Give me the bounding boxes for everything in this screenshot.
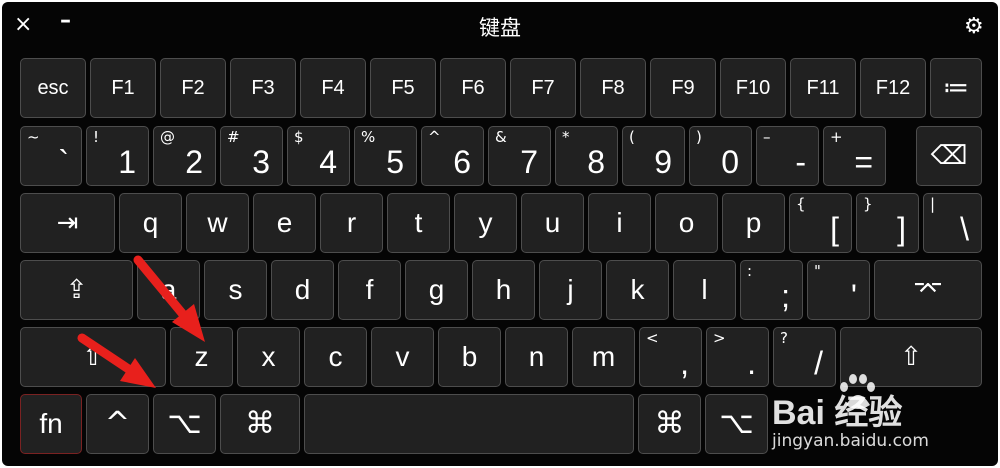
annotation-arrows: [77, 255, 205, 388]
red-arrow-to-z-key: [133, 255, 205, 342]
red-arrow-to-option-key: [77, 333, 156, 388]
